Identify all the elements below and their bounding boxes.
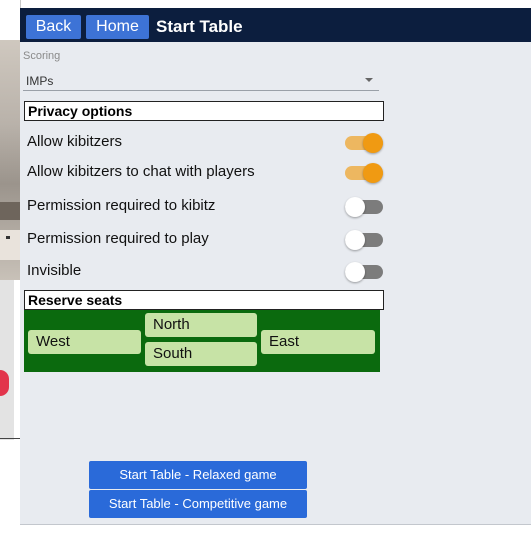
background-divider xyxy=(0,438,20,439)
background-panel xyxy=(0,280,14,440)
home-button[interactable]: Home xyxy=(86,15,149,39)
start-competitive-game-button[interactable]: Start Table - Competitive game xyxy=(89,490,307,518)
start-relaxed-game-button[interactable]: Start Table - Relaxed game xyxy=(89,461,307,489)
title-bar: Back Home Start Table xyxy=(20,8,531,42)
seat-north-button[interactable]: North xyxy=(145,313,257,337)
seat-east-button[interactable]: East xyxy=(261,330,375,354)
option-label: Allow kibitzers xyxy=(27,133,123,150)
reserve-seats-panel: West North South East xyxy=(24,310,380,372)
seat-south-button[interactable]: South xyxy=(145,342,257,366)
option-permission-play: Permission required to play xyxy=(27,225,383,253)
background-page xyxy=(0,0,21,543)
option-invisible: Invisible xyxy=(27,257,383,285)
bottom-bar xyxy=(20,525,531,543)
invisible-toggle[interactable] xyxy=(345,262,383,282)
option-permission-kibitz: Permission required to kibitz xyxy=(27,192,383,220)
allow-kibitzers-toggle[interactable] xyxy=(345,133,383,153)
option-label: Allow kibitzers to chat with players xyxy=(27,163,255,180)
scoring-value: IMPs xyxy=(26,74,54,88)
scoring-select[interactable]: IMPs xyxy=(23,68,379,91)
scoring-label: Scoring xyxy=(23,50,61,62)
option-label: Permission required to kibitz xyxy=(27,197,216,214)
option-allow-kibitzers: Allow kibitzers xyxy=(27,128,383,156)
option-label: Invisible xyxy=(27,262,82,279)
option-allow-kibitzer-chat: Allow kibitzers to chat with players xyxy=(27,158,383,186)
permission-play-toggle[interactable] xyxy=(345,230,383,250)
permission-kibitz-toggle[interactable] xyxy=(345,197,383,217)
page-title: Start Table xyxy=(156,17,243,36)
privacy-options-heading: Privacy options xyxy=(24,101,384,121)
chevron-down-icon xyxy=(365,78,373,82)
seat-west-button[interactable]: West xyxy=(28,330,141,354)
background-photo xyxy=(0,40,20,280)
option-label: Permission required to play xyxy=(27,230,209,247)
allow-kibitzer-chat-toggle[interactable] xyxy=(345,163,383,183)
reserve-seats-heading: Reserve seats xyxy=(24,290,384,310)
start-table-dialog: Back Home Start Table Scoring IMPs Priva… xyxy=(20,8,531,543)
back-button[interactable]: Back xyxy=(26,15,81,39)
